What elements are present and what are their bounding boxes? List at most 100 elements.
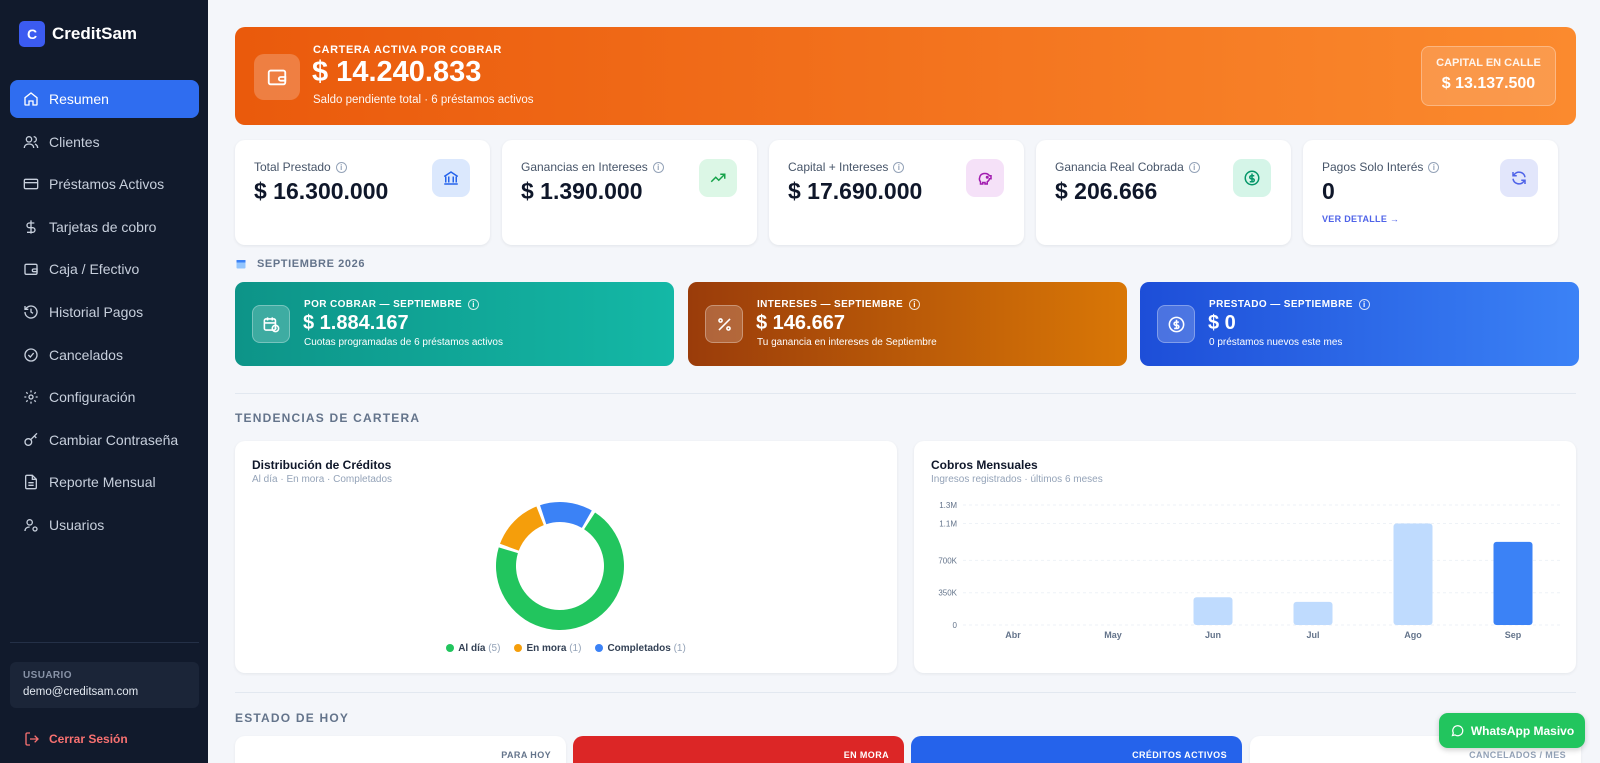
ver-detalle-link[interactable]: VER DETALLE → (1322, 214, 1399, 224)
stat-label: Ganancia Real Cobrada i (1055, 160, 1200, 174)
sidebar-item-caja[interactable]: Caja / Efectivo (10, 250, 199, 288)
bar[interactable] (1193, 597, 1233, 625)
info-icon[interactable]: i (1358, 299, 1370, 310)
legend-label: Completados (607, 643, 671, 654)
y-tick-label: 350K (938, 589, 957, 598)
donut-panel: Distribución de Créditos Al día · En mor… (235, 441, 897, 673)
card-en-mora[interactable]: EN MORA (573, 736, 904, 763)
card-creditos-activos[interactable]: CRÉDITOS ACTIVOS (911, 736, 1242, 763)
wallet-icon (254, 54, 300, 100)
sidebar-item-label: Préstamos Activos (49, 176, 165, 193)
donut-slice[interactable] (540, 502, 592, 528)
info-icon[interactable]: i (468, 299, 480, 310)
whatsapp-icon (1451, 725, 1464, 737)
main-content: CARTERA ACTIVA POR COBRAR $ 14.240.833 S… (208, 0, 1600, 763)
brand[interactable]: C CreditSam (19, 21, 137, 47)
stat-value: $ 16.300.000 (254, 178, 389, 204)
info-icon[interactable]: i (335, 161, 347, 173)
sidebar-item-configuracion[interactable]: Configuración (10, 378, 199, 416)
month-card-label: POR COBRAR — SEPTIEMBRE i (304, 299, 480, 310)
sidebar-item-cancelados[interactable]: Cancelados (10, 336, 199, 374)
sidebar-item-usuarios[interactable]: Usuarios (10, 506, 199, 544)
info-icon[interactable]: i (893, 161, 905, 173)
stat-label: Ganancias en Intereses i (521, 160, 664, 174)
calendar-clock-icon (252, 305, 290, 343)
users-icon (23, 135, 39, 148)
whatsapp-button[interactable]: WhatsApp Masivo (1439, 713, 1585, 748)
donut-chart (496, 502, 624, 630)
y-tick-label: 700K (938, 556, 957, 565)
wallet-icon (24, 264, 38, 276)
bar[interactable] (1293, 601, 1333, 625)
month-card[interactable]: PRESTADO — SEPTIEMBRE i $ 0 0 préstamos nue… (1140, 282, 1579, 366)
x-tick-label: Jun (1205, 630, 1221, 640)
bar[interactable] (1393, 523, 1433, 625)
bar[interactable] (1493, 541, 1533, 625)
stat-value: 0 (1322, 178, 1335, 204)
piggy-bank-icon (966, 159, 1004, 197)
stat-card[interactable]: Total Prestado i $ 16.300.000 (235, 140, 490, 245)
donut-legend: Al día (5) En mora (1) Completados (1) (235, 643, 897, 654)
stat-card[interactable]: Ganancias en Intereses i $ 1.390.000 (502, 140, 757, 245)
dollar-circle-icon (1157, 305, 1195, 343)
x-tick-label: Sep (1505, 630, 1522, 640)
hero-label: CARTERA ACTIVA POR COBRAR (313, 44, 502, 56)
sidebar-item-label: Cambiar Contraseña (49, 431, 179, 448)
sidebar-item-contrasena[interactable]: Cambiar Contraseña (10, 421, 199, 459)
stat-label-text: Ganancias en Intereses (521, 160, 648, 174)
legend-count: (5) (485, 643, 501, 654)
legend-item[interactable]: Completados (1) (595, 643, 686, 654)
month-card-label: INTERESES — SEPTIEMBRE i (757, 299, 921, 310)
divider (235, 393, 1576, 394)
info-icon[interactable]: i (909, 299, 921, 310)
month-card-subtitle: Cuotas programadas de 6 préstamos activo… (304, 337, 503, 348)
legend-item[interactable]: Al día (5) (446, 643, 500, 654)
stat-card[interactable]: Ganancia Real Cobrada i $ 206.666 (1036, 140, 1291, 245)
sidebar-divider (10, 642, 199, 643)
sidebar-item-tarjetas[interactable]: Tarjetas de cobro (10, 208, 199, 246)
month-card[interactable]: POR COBRAR — SEPTIEMBRE i $ 1.884.167 Cuota… (235, 282, 674, 366)
info-icon[interactable]: i (652, 161, 664, 173)
y-tick-label: 1.1M (939, 519, 957, 528)
card-label: EN MORA (843, 750, 889, 760)
donut-slice[interactable] (500, 506, 544, 551)
check-circle-icon (24, 347, 38, 362)
card-para-hoy[interactable]: PARA HOY (235, 736, 566, 763)
legend-swatch (446, 644, 455, 652)
sidebar-item-label: Tarjetas de cobro (49, 218, 157, 235)
card-label: PARA HOY (501, 750, 551, 760)
sidebar-item-label: Caja / Efectivo (49, 261, 140, 278)
month-card-value: $ 1.884.167 (303, 312, 409, 334)
hero-card: CARTERA ACTIVA POR COBRAR $ 14.240.833 S… (235, 27, 1576, 125)
info-icon[interactable]: i (1428, 161, 1440, 173)
info-icon[interactable]: i (1188, 161, 1200, 173)
home-icon (24, 92, 38, 106)
legend-label: Al día (458, 643, 486, 654)
card-label: CANCELADOS / MES (1469, 750, 1566, 760)
trending-up-icon (699, 159, 737, 197)
stat-label-text: Pagos Solo Interés (1322, 160, 1424, 174)
month-card[interactable]: INTERESES — SEPTIEMBRE i $ 146.667 Tu ganan… (688, 282, 1127, 366)
stat-card[interactable]: Capital + Intereses i $ 17.690.000 (769, 140, 1024, 245)
sidebar-item-clientes[interactable]: Clientes (10, 123, 199, 161)
month-header: SEPTIEMBRE 2026 (235, 258, 365, 270)
divider (235, 692, 1576, 693)
bar-chart: 0 350K 700K 1.1M 1.3M Abr May Jun Jul Ago Sep (938, 501, 1563, 640)
card-label: CRÉDITOS ACTIVOS (1132, 750, 1227, 760)
legend-count: (1) (566, 643, 582, 654)
sidebar-item-reporte[interactable]: Reporte Mensual (10, 463, 199, 501)
user-settings-icon (24, 518, 38, 532)
sidebar-item-label: Usuarios (49, 516, 105, 533)
x-tick-label: Jul (1306, 630, 1319, 640)
hero-subtitle: Saldo pendiente total · 6 préstamos acti… (313, 94, 534, 106)
legend-item[interactable]: En mora (1) (514, 643, 581, 654)
sidebar-item-prestamos[interactable]: Préstamos Activos (10, 165, 199, 203)
sidebar-item-resumen[interactable]: Resumen (10, 80, 199, 118)
logout-button[interactable]: Cerrar Sesión (24, 731, 128, 747)
stat-card[interactable]: Pagos Solo Interés i 0 VER DETALLE → (1303, 140, 1558, 245)
sidebar-item-historial[interactable]: Historial Pagos (10, 293, 199, 331)
calendar-icon (236, 260, 246, 269)
stat-label: Total Prestado i (254, 160, 347, 174)
hero-value: $ 14.240.833 (312, 56, 482, 88)
stat-label: Pagos Solo Interés i (1322, 160, 1440, 174)
